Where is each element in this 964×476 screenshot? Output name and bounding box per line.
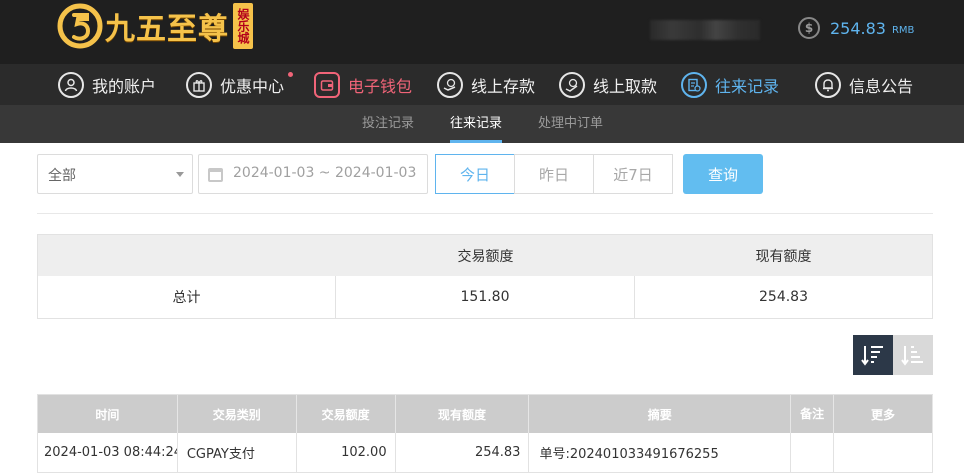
column-note[interactable]: 备注: [791, 395, 835, 433]
summary-header-trade-amount: 交易额度: [457, 248, 514, 265]
withdraw-icon: [559, 72, 585, 98]
sort-ascending-button[interactable]: [893, 335, 933, 375]
filter-today-button[interactable]: 今日: [435, 154, 515, 194]
divider: [37, 213, 933, 214]
deposit-icon: [437, 72, 463, 98]
query-button[interactable]: 查询: [683, 154, 763, 194]
summary-header: 交易额度 现有额度: [38, 235, 932, 276]
records-header: 时间 交易类别 交易额度 现有额度 摘要 备注 更多: [38, 395, 933, 433]
tab-pending-orders[interactable]: 处理中订单: [538, 105, 603, 143]
row-note: [791, 433, 835, 472]
summary-trade-total: 151.80: [336, 276, 635, 318]
notification-dot: [288, 72, 294, 77]
filter-yesterday-button[interactable]: 昨日: [514, 154, 594, 194]
balance-unit: RMB: [891, 24, 915, 36]
column-time[interactable]: 时间: [38, 395, 178, 433]
nav-item-my-account[interactable]: 我的账户: [58, 69, 156, 101]
tab-bet-records[interactable]: 投注记录: [362, 105, 414, 143]
row-amount: 102.00: [297, 433, 396, 472]
records-icon: [681, 72, 707, 98]
logo-badge: 娱乐城: [233, 3, 253, 49]
wallet-icon: [314, 72, 340, 98]
row-type: CGPAY支付: [178, 433, 297, 472]
balance-amount: 254.83: [830, 18, 886, 38]
sort-descending-icon: [861, 346, 883, 366]
nav-item-promotions[interactable]: 优惠中心: [186, 69, 294, 101]
logo-text: 九五至尊: [105, 12, 229, 47]
column-balance[interactable]: 现有额度: [396, 395, 530, 433]
summary-total-label: 总计: [38, 276, 336, 318]
sub-nav: 投注记录 往来记录 处理中订单: [0, 105, 964, 143]
column-type[interactable]: 交易类别: [178, 395, 297, 433]
filter-last7days-button[interactable]: 近7日: [593, 154, 673, 194]
sort-ascending-icon: [901, 346, 923, 366]
summary-table: 交易额度 现有额度 总计 151.80 254.83: [37, 234, 933, 319]
nav-item-announcements[interactable]: 信息公告: [815, 69, 913, 101]
summary-current-total: 254.83: [759, 289, 808, 305]
column-more[interactable]: 更多: [834, 395, 933, 433]
nav-item-e-wallet[interactable]: 电子钱包: [314, 69, 412, 101]
gift-icon: [186, 72, 212, 98]
row-time: 2024-01-03 08:44:24: [38, 433, 178, 472]
sort-descending-button[interactable]: [853, 335, 893, 375]
records-table: 时间 交易类别 交易额度 现有额度 摘要 备注 更多 2024-01-03 08…: [37, 394, 934, 473]
row-balance: 254.83: [396, 433, 530, 472]
bell-icon: [815, 72, 841, 98]
transaction-type-select[interactable]: 全部: [37, 154, 193, 194]
username-blurred: [650, 20, 760, 40]
row-summary: 单号:202401033491676255: [529, 433, 792, 472]
logo-emblem-icon: [57, 3, 103, 49]
main-nav: 我的账户 优惠中心 电子钱包 线上存款 线上取款 往来记录 信息公告: [0, 64, 964, 105]
table-row[interactable]: 2024-01-03 08:44:24 CGPAY支付 102.00 254.8…: [38, 433, 934, 473]
nav-item-records[interactable]: 往来记录: [681, 69, 779, 101]
site-logo[interactable]: 九五至尊 娱乐城: [57, 0, 253, 52]
calendar-icon: [208, 168, 223, 182]
row-more[interactable]: [834, 433, 934, 472]
nav-item-online-deposit[interactable]: 线上存款: [437, 69, 535, 101]
tab-transaction-records[interactable]: 往来记录: [450, 105, 503, 143]
top-header: 九五至尊 娱乐城 $ 254.83 RMB: [0, 0, 964, 64]
chevron-down-icon: [176, 172, 184, 177]
dollar-coin-icon: $: [798, 17, 820, 39]
user-icon: [58, 72, 84, 98]
nav-item-online-withdraw[interactable]: 线上取款: [559, 69, 657, 101]
column-summary[interactable]: 摘要: [529, 395, 792, 433]
balance-display: $ 254.83 RMB: [798, 14, 914, 42]
summary-header-current-balance: 现有额度: [755, 248, 812, 265]
summary-total-row: 总计 151.80 254.83: [38, 276, 932, 318]
column-amount[interactable]: 交易额度: [297, 395, 396, 433]
date-range-input[interactable]: 2024-01-03 ~ 2024-01-03: [198, 154, 428, 194]
